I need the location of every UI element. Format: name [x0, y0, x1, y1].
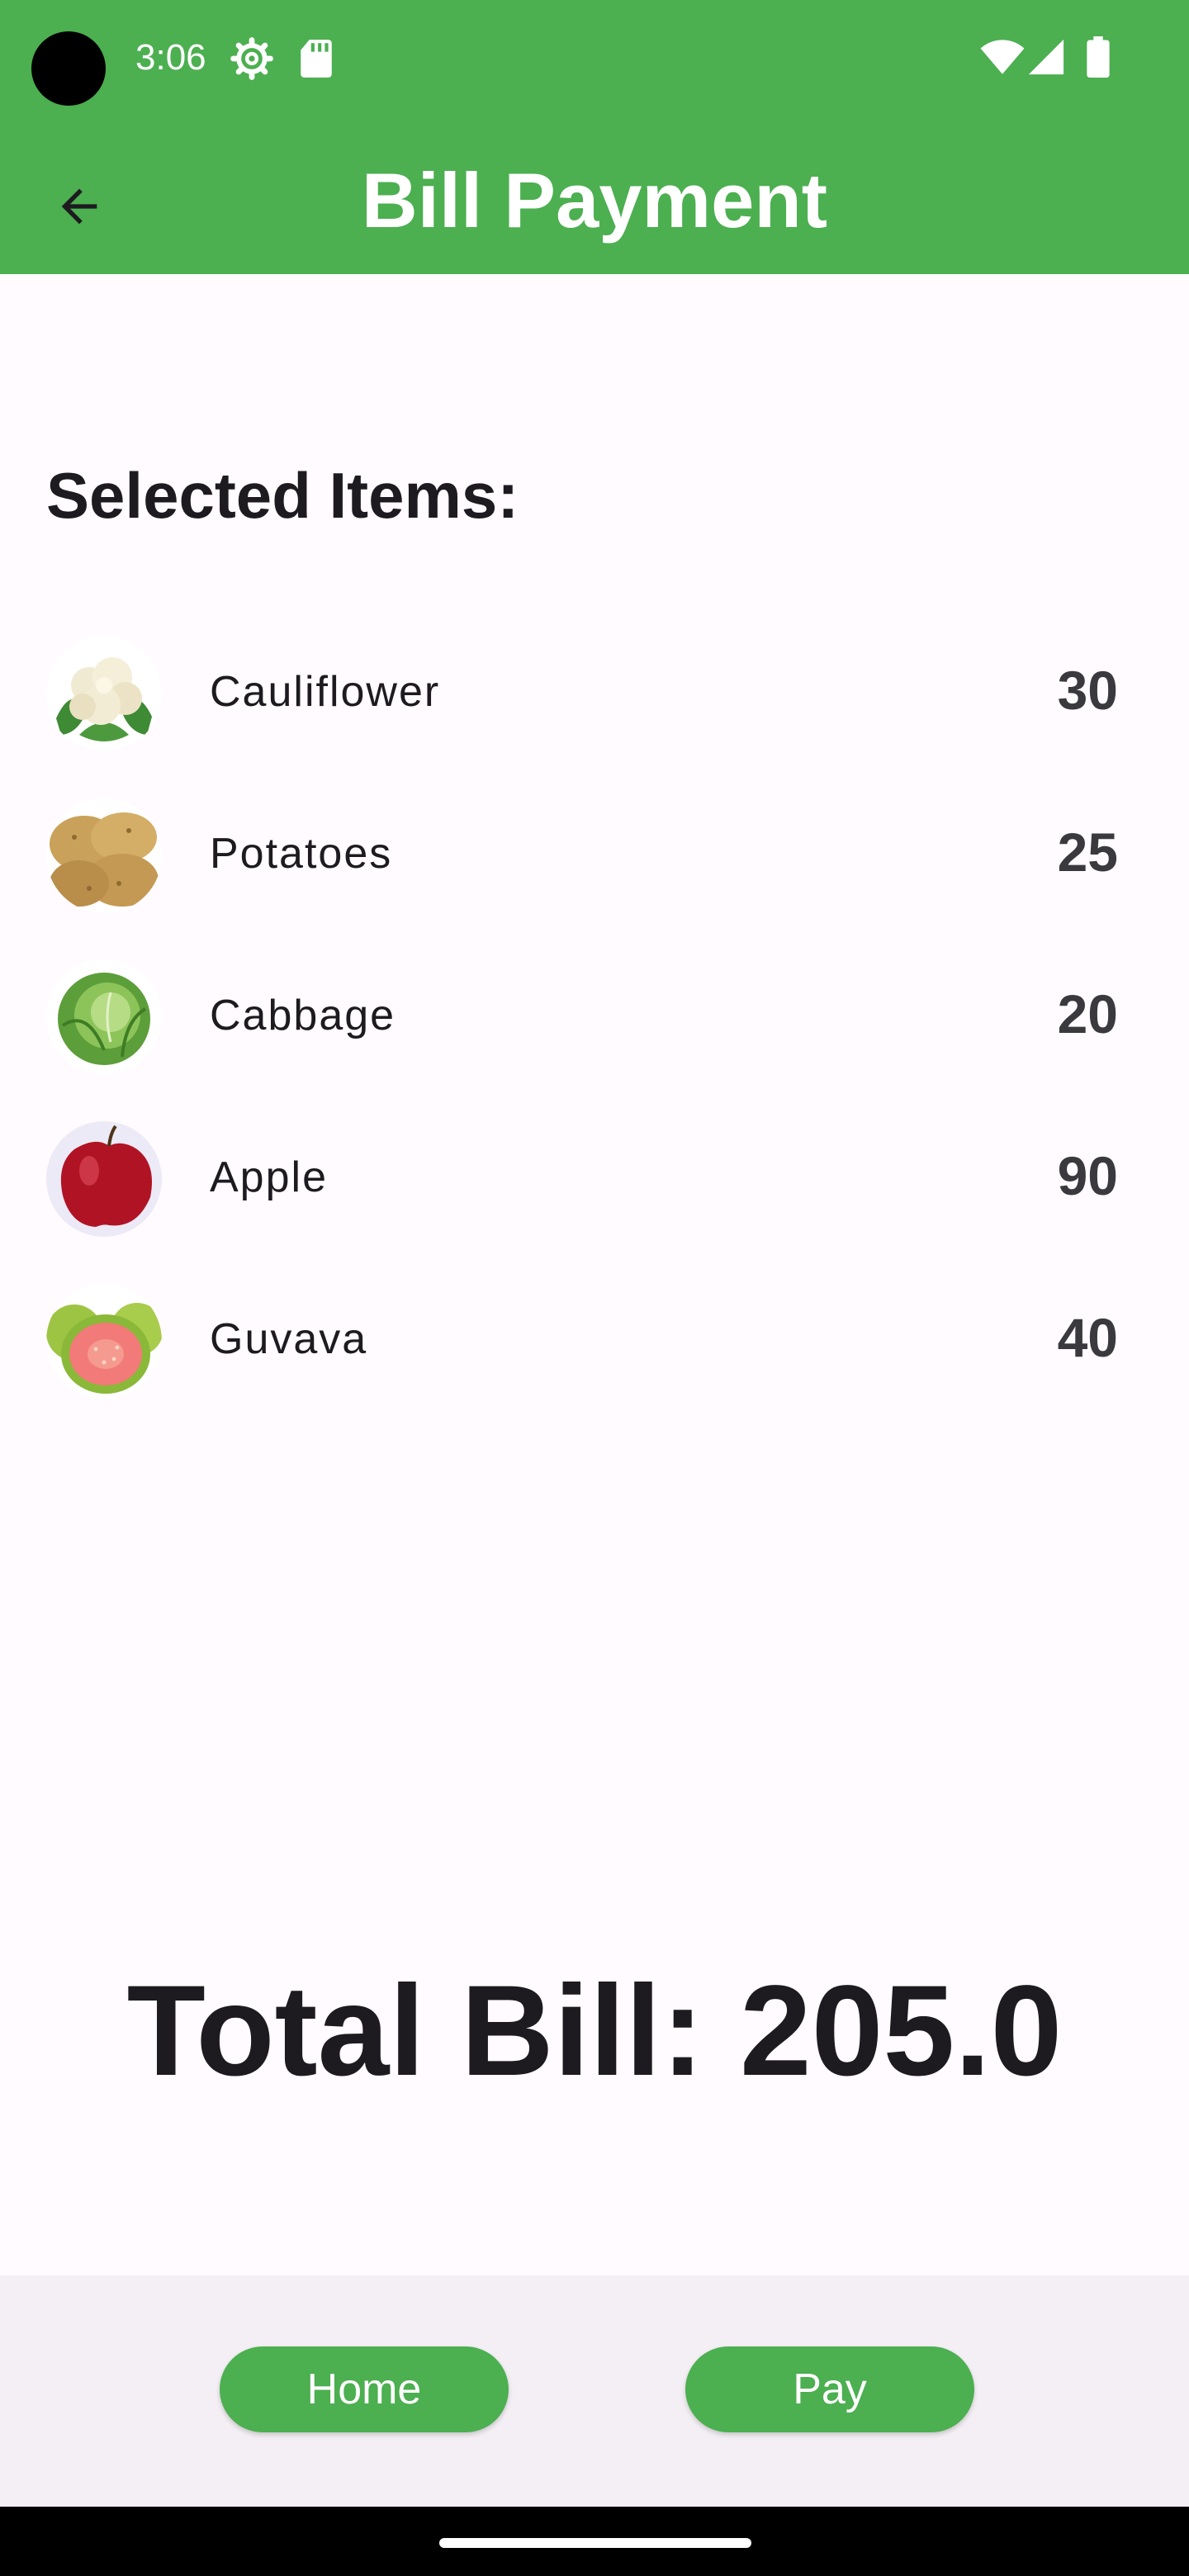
page-title: Bill Payment — [361, 157, 828, 244]
item-name: Cauliflower — [210, 668, 441, 716]
apple-image — [46, 1121, 162, 1237]
item-price: 20 — [1057, 983, 1118, 1044]
section-heading: Selected Items: — [46, 459, 519, 532]
app-header: 3:06 Bill Payment — [0, 0, 1189, 274]
list-item: Apple 90 — [0, 1096, 1189, 1258]
list-item: Guvava 40 — [0, 1258, 1189, 1420]
item-name: Guvava — [210, 1315, 368, 1363]
cauliflower-image — [46, 636, 162, 751]
potatoes-image — [46, 798, 162, 913]
sd-card-icon — [301, 40, 332, 78]
bottom-action-bar: Home Pay — [0, 2275, 1189, 2507]
status-time: 3:06 — [135, 37, 206, 78]
wifi-icon — [980, 40, 1025, 74]
camera-cutout — [31, 31, 106, 106]
app-bar: Bill Payment — [0, 124, 1189, 274]
system-navigation-bar — [0, 2507, 1189, 2576]
item-name: Potatoes — [210, 830, 393, 878]
gear-icon — [230, 37, 273, 80]
list-item: Potatoes 25 — [0, 773, 1189, 935]
item-name: Cabbage — [210, 992, 396, 1039]
pay-button[interactable]: Pay — [685, 2346, 974, 2432]
list-item: Cauliflower 30 — [0, 611, 1189, 773]
battery-icon — [1087, 36, 1110, 78]
guava-image — [46, 1283, 162, 1399]
signal-icon — [1028, 39, 1064, 75]
item-price: 40 — [1057, 1307, 1118, 1368]
item-price: 90 — [1057, 1145, 1118, 1206]
gesture-handle[interactable] — [439, 2538, 751, 2548]
list-item: Cabbage 20 — [0, 935, 1189, 1096]
selected-items-list: Cauliflower 30 Potatoes 25 Cabbage 20 Ap… — [0, 611, 1189, 1420]
status-bar: 3:06 — [0, 0, 1189, 116]
total-bill: Total Bill: 205.0 — [126, 1959, 1063, 2103]
home-button[interactable]: Home — [220, 2346, 509, 2432]
item-price: 25 — [1057, 822, 1118, 883]
cabbage-image — [46, 959, 162, 1075]
item-price: 30 — [1057, 660, 1118, 721]
item-name: Apple — [210, 1153, 328, 1201]
